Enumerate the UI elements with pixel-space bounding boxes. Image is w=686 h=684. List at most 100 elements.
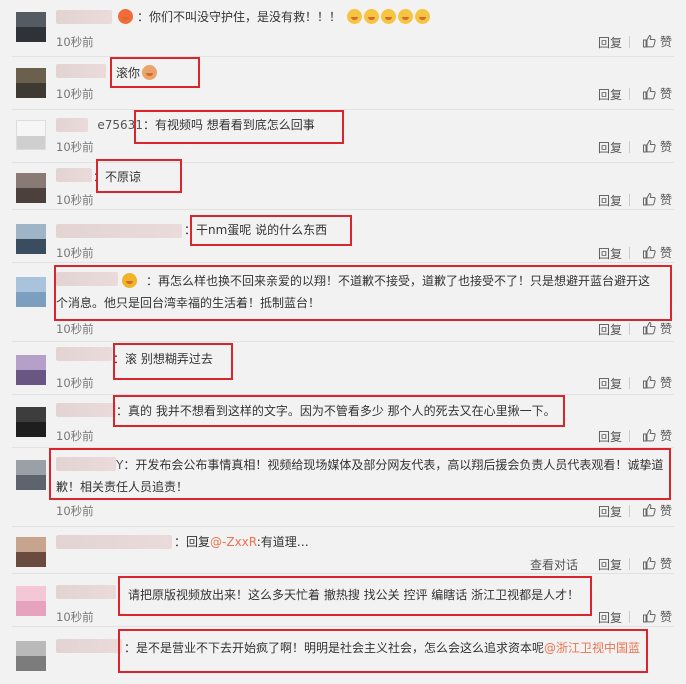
comment-time: 10秒前 (56, 193, 94, 207)
thumbs-up-icon (642, 139, 656, 153)
like-button[interactable]: 赞 (642, 244, 672, 261)
like-label: 赞 (660, 35, 673, 49)
like-button[interactable]: 赞 (642, 138, 672, 155)
thumbs-up-icon (642, 609, 656, 623)
highlight-box (96, 159, 182, 193)
username-blurred[interactable] (56, 10, 112, 24)
reply-button[interactable]: 回复 (598, 139, 622, 156)
action-divider (629, 141, 630, 153)
action-divider (629, 505, 630, 517)
like-label: 赞 (660, 87, 673, 101)
like-label: 赞 (660, 376, 673, 390)
comment-time: 10秒前 (56, 140, 94, 154)
username-blurred[interactable] (56, 118, 88, 132)
like-label: 赞 (660, 246, 673, 260)
like-button[interactable]: 赞 (642, 427, 672, 444)
reply-button[interactable]: 回复 (598, 34, 622, 51)
username-blurred[interactable] (56, 224, 182, 238)
thumbs-up-icon (642, 321, 656, 335)
user-avatar[interactable] (16, 120, 46, 150)
reply-button[interactable]: 回复 (598, 192, 622, 209)
user-avatar[interactable] (16, 12, 46, 42)
thumbs-up-icon (642, 192, 656, 206)
thumbs-up-icon (642, 503, 656, 517)
thumbs-up-icon (642, 428, 656, 442)
like-label: 赞 (660, 504, 673, 518)
reply-button[interactable]: 回复 (598, 556, 622, 573)
highlight-box (118, 629, 648, 673)
username-blurred[interactable] (56, 64, 106, 78)
action-divider (629, 558, 630, 570)
user-avatar[interactable] (16, 641, 46, 671)
thumbs-up-icon (642, 34, 656, 48)
like-button[interactable]: 赞 (642, 191, 672, 208)
action-divider (629, 36, 630, 48)
action-divider (629, 430, 630, 442)
username-blurred[interactable] (56, 168, 92, 182)
comment-time: 10秒前 (56, 610, 94, 624)
crying-emoji-icon (414, 9, 430, 24)
like-label: 赞 (660, 557, 673, 571)
reply-button[interactable]: 回复 (598, 321, 622, 338)
username-blurred[interactable] (56, 347, 112, 361)
like-label: 赞 (660, 610, 673, 624)
highlight-box (110, 57, 200, 88)
action-divider (629, 377, 630, 389)
reply-button[interactable]: 回复 (598, 428, 622, 445)
user-avatar[interactable] (16, 586, 46, 616)
comment-text: ：回复@-ZxxR:有道理… (174, 535, 309, 549)
reply-button[interactable]: 回复 (598, 609, 622, 626)
like-label: 赞 (660, 140, 673, 154)
action-divider (629, 611, 630, 623)
comment-time: 10秒前 (56, 376, 94, 390)
comment-time: 10秒前 (56, 429, 94, 443)
comment-item: ：滚 别想糊弄过去 10秒前 回复 赞 (0, 342, 686, 394)
user-avatar[interactable] (16, 277, 46, 307)
thumbs-up-icon (642, 375, 656, 389)
user-avatar[interactable] (16, 407, 46, 437)
like-label: 赞 (660, 193, 673, 207)
user-avatar[interactable] (16, 68, 46, 98)
reply-button[interactable]: 回复 (598, 375, 622, 392)
like-label: 赞 (660, 429, 673, 443)
reply-button[interactable]: 回复 (598, 245, 622, 262)
like-button[interactable]: 赞 (642, 502, 672, 519)
comment-text: ：你们不叫没守护住，是没有救！！！ (116, 8, 430, 26)
username-blurred[interactable] (56, 535, 172, 549)
username-blurred[interactable] (56, 585, 116, 599)
user-avatar[interactable] (16, 224, 46, 254)
highlight-box (113, 343, 233, 380)
user-avatar[interactable] (16, 355, 46, 385)
user-avatar[interactable] (16, 460, 46, 490)
like-button[interactable]: 赞 (642, 374, 672, 391)
comment-time: 10秒前 (56, 504, 94, 518)
comment-time: 10秒前 (56, 322, 94, 336)
like-button[interactable]: 赞 (642, 320, 672, 337)
comment-item: 滚你 10秒前 回复 赞 (0, 57, 686, 109)
crying-emoji-icon (363, 9, 379, 24)
highlight-box (118, 576, 592, 616)
user-avatar[interactable] (16, 537, 46, 567)
view-conversation-link[interactable]: 查看对话 (530, 556, 578, 573)
crying-emoji-icon (346, 9, 362, 24)
action-divider (629, 194, 630, 206)
highlight-box (134, 110, 344, 144)
reply-button[interactable]: 回复 (598, 86, 622, 103)
mention-link[interactable]: @-ZxxR (210, 535, 257, 549)
user-avatar[interactable] (16, 173, 46, 203)
username-blurred[interactable] (56, 403, 116, 417)
comment-time: 10秒前 (56, 87, 94, 101)
thumbs-up-icon (642, 86, 656, 100)
action-divider (629, 247, 630, 259)
highlight-box (113, 395, 565, 427)
highlight-box (54, 265, 672, 321)
like-button[interactable]: 赞 (642, 85, 672, 102)
comment-item: ：回复@-ZxxR:有道理… 查看对话 回复 赞 (0, 527, 686, 573)
username-blurred[interactable] (56, 639, 122, 653)
like-button[interactable]: 赞 (642, 555, 672, 572)
comment-time: 10秒前 (56, 246, 94, 260)
reply-button[interactable]: 回复 (598, 503, 622, 520)
like-button[interactable]: 赞 (642, 33, 672, 50)
like-button[interactable]: 赞 (642, 608, 672, 625)
comment-item: ：你们不叫没守护住，是没有救！！！ 10秒前 回复 赞 (0, 0, 686, 56)
